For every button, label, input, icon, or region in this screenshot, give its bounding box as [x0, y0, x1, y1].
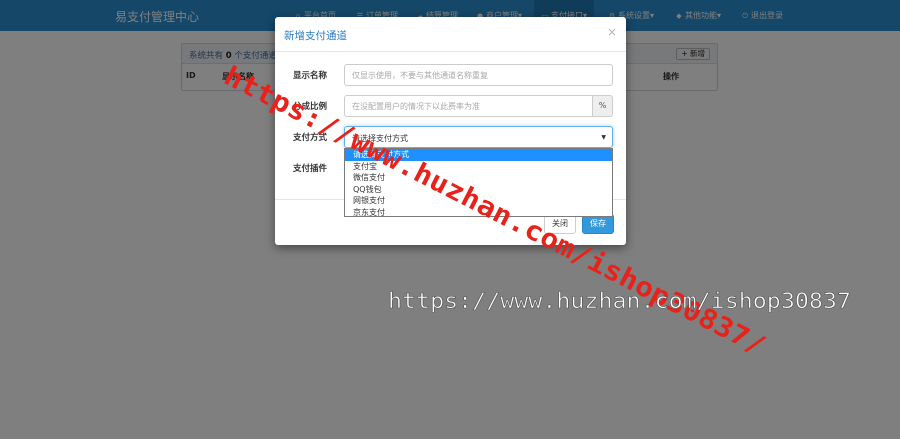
plugin-label: 支付插件	[293, 164, 328, 174]
dropdown-option[interactable]: 支付宝	[345, 161, 612, 173]
pay-type-selected-value: 请选择支付方式	[352, 134, 408, 143]
add-channel-modal: 新增支付通道 × 显示名称 分成比例 % 支付方式 请选择支付方式 ▼ 支付插件…	[275, 17, 626, 245]
dropdown-option[interactable]: 请选择支付方式	[345, 149, 612, 161]
dropdown-option[interactable]: 微信支付	[345, 172, 612, 184]
percent-addon: %	[593, 95, 613, 117]
chevron-down-icon: ▼	[601, 134, 606, 141]
close-button[interactable]: 关闭	[544, 214, 576, 234]
display-name-input[interactable]	[344, 64, 613, 86]
save-button[interactable]: 保存	[582, 214, 614, 234]
pay-type-select[interactable]: 请选择支付方式 ▼	[344, 126, 613, 148]
dropdown-option[interactable]: 京东支付	[345, 207, 612, 217]
rate-label: 分成比例	[293, 102, 328, 112]
pay-type-label: 支付方式	[293, 133, 328, 143]
modal-title: 新增支付通道	[284, 30, 347, 42]
dropdown-option[interactable]: 网银支付	[345, 195, 612, 207]
rate-input[interactable]	[344, 95, 593, 117]
display-name-label: 显示名称	[293, 71, 328, 81]
close-icon[interactable]: ×	[607, 25, 617, 39]
dropdown-option[interactable]: QQ钱包	[345, 184, 612, 196]
modal-header: 新增支付通道 ×	[275, 17, 626, 52]
pay-type-dropdown-list: 请选择支付方式 支付宝 微信支付 QQ钱包 网银支付 京东支付	[344, 148, 613, 217]
